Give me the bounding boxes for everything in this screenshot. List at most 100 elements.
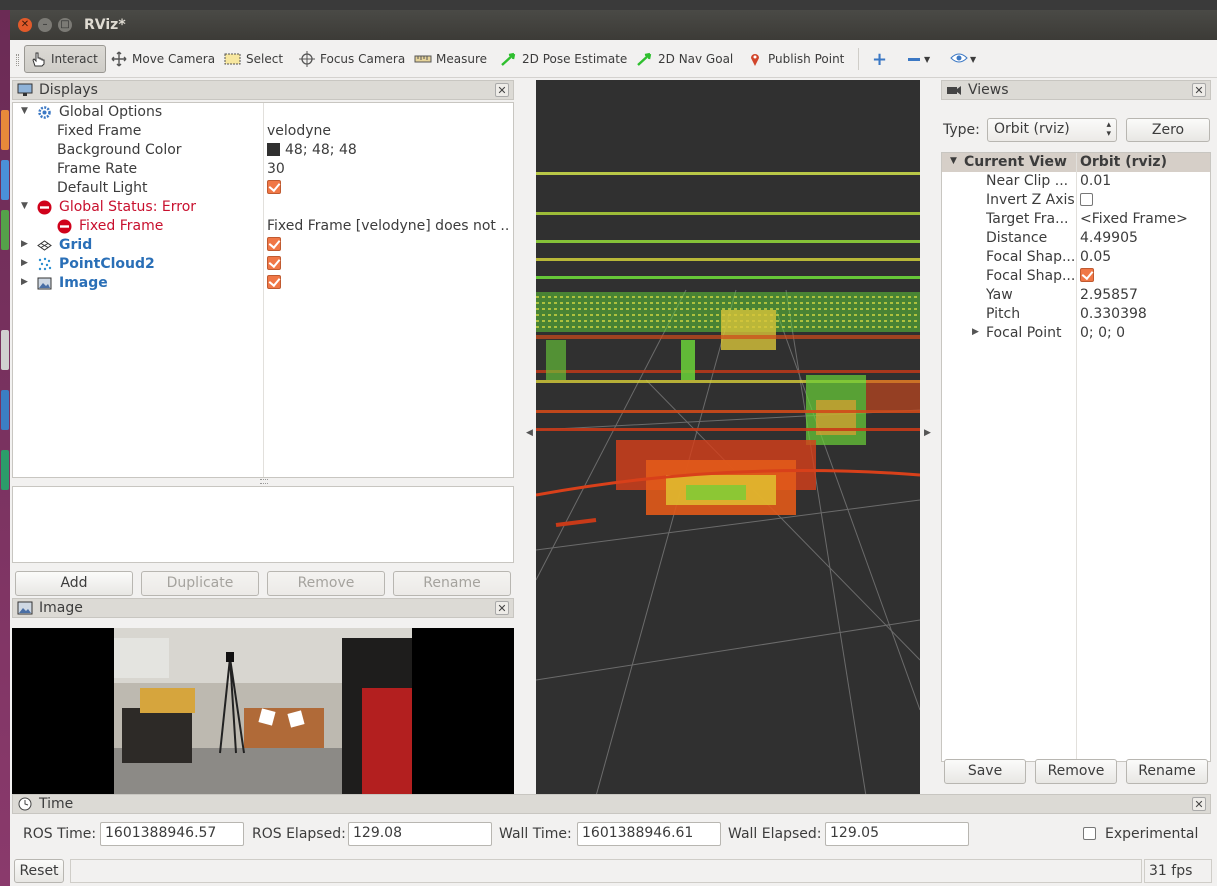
expand-arrow-icon[interactable]: ▶ [21,277,31,287]
minimize-window-button[interactable]: – [38,18,52,32]
property-value[interactable]: 0.05 [1080,249,1111,265]
property-value[interactable]: 4.49905 [1080,230,1138,246]
tree-row-global-options[interactable]: ▼ Global Options [13,103,513,122]
close-icon[interactable]: ✕ [1192,83,1206,97]
monitor-icon [17,83,33,97]
launcher-app-icon[interactable] [1,390,9,430]
pointcloud2-display-label: PointCloud2 [59,256,155,272]
select-tool-button[interactable]: Select [224,45,283,73]
view-property-row[interactable]: Target Fra... <Fixed Frame> [942,210,1210,229]
pointcloud-icon [37,257,52,272]
expand-arrow-icon[interactable]: ▶ [21,258,31,268]
close-icon[interactable]: ✕ [495,83,509,97]
hand-pointer-icon [29,51,47,67]
tree-row-fixed-frame[interactable]: Fixed Frame velodyne [13,122,513,141]
launcher-app-icon[interactable] [1,210,9,250]
collapse-left-arrow-icon[interactable]: ◀ [526,428,533,438]
pointcloud2-enabled-checkbox[interactable] [267,256,281,270]
property-value[interactable]: 0.330398 [1080,306,1147,322]
view-type-select[interactable]: Orbit (rviz) ▴ ▾ [987,118,1117,142]
expand-arrow-icon[interactable]: ▼ [950,156,957,166]
ros-elapsed-field[interactable]: 129.08 [348,822,492,846]
measure-tool-button[interactable]: Measure [414,45,487,73]
view-property-row[interactable]: Invert Z Axis [942,191,1210,210]
view-property-row[interactable]: Distance 4.49905 [942,229,1210,248]
expand-arrow-icon[interactable]: ▼ [21,106,31,116]
focus-camera-tool-button[interactable]: Focus Camera [298,45,405,73]
interact-tool-button[interactable]: Interact [24,45,106,73]
save-view-button[interactable]: Save [944,759,1026,784]
toolbar-grip[interactable] [16,54,19,66]
launcher-app-icon[interactable] [1,450,9,490]
launcher-app-icon[interactable] [1,160,9,200]
expand-arrow-icon[interactable]: ▶ [972,327,979,337]
launcher-app-icon[interactable] [1,110,9,150]
zero-button[interactable]: Zero [1126,118,1210,142]
property-value[interactable]: 0.01 [1080,173,1111,189]
reset-button[interactable]: Reset [14,859,64,883]
expand-arrow-icon[interactable]: ▶ [21,239,31,249]
remove-tool-menu[interactable]: ▼ [908,45,930,73]
publish-point-tool-button[interactable]: Publish Point [746,45,844,73]
property-value[interactable]: <Fixed Frame> [1080,211,1188,227]
tree-row-global-status[interactable]: ▼ Global Status: Error [13,198,513,217]
remove-view-button[interactable]: Remove [1035,759,1117,784]
rename-view-button[interactable]: Rename [1126,759,1208,784]
maximize-window-button[interactable]: □ [58,18,72,32]
property-value[interactable]: 2.95857 [1080,287,1138,303]
view-menu[interactable]: ▼ [950,45,976,73]
wall-time-field[interactable]: 1601388946.61 [577,822,721,846]
move-camera-tool-button[interactable]: Move Camera [110,45,215,73]
tree-row-pointcloud2[interactable]: ▶ PointCloud2 [13,255,513,274]
view-property-row[interactable]: Near Clip ... 0.01 [942,172,1210,191]
expand-arrow-icon[interactable]: ▼ [21,201,31,211]
splitter-handle[interactable] [260,479,268,484]
ruler-icon [414,51,432,67]
add-tool-plus-icon[interactable]: + [872,45,887,73]
experimental-checkbox[interactable] [1083,827,1096,840]
grid-display-label: Grid [59,237,93,253]
views-panel-header: Views ✕ [941,80,1211,100]
tree-row-image[interactable]: ▶ Image [13,274,513,293]
wall-elapsed-field[interactable]: 129.05 [825,822,969,846]
close-window-button[interactable]: ✕ [18,18,32,32]
duplicate-display-button[interactable]: Duplicate [141,571,259,596]
publish-point-label: Publish Point [768,52,845,66]
view-property-row[interactable]: Focal Shap... 0.05 [942,248,1210,267]
grid-enabled-checkbox[interactable] [267,237,281,251]
view-property-row[interactable]: ▶ Focal Point 0; 0; 0 [942,324,1210,343]
add-display-button[interactable]: Add [15,571,133,596]
view-property-row[interactable]: Focal Shap... [942,267,1210,286]
image-panel-header: Image ✕ [12,598,514,618]
collapse-right-arrow-icon[interactable]: ▶ [924,428,931,438]
close-icon[interactable]: ✕ [1192,797,1206,811]
close-icon[interactable]: ✕ [495,601,509,615]
displays-tree[interactable]: ▼ Global Options Fixed Frame velodyne Ba… [12,102,514,478]
fps-display: 31 fps [1144,859,1212,883]
property-value[interactable]: velodyne [267,123,509,139]
rename-display-button[interactable]: Rename [393,571,511,596]
launcher-app-icon[interactable] [1,330,9,370]
gear-icon [37,105,52,120]
2d-pose-estimate-tool-button[interactable]: 2D Pose Estimate [500,45,627,73]
image-enabled-checkbox[interactable] [267,275,281,289]
property-value[interactable]: 0; 0; 0 [1080,325,1125,341]
3d-render-view[interactable] [536,80,920,796]
view-property-row[interactable]: Yaw 2.95857 [942,286,1210,305]
view-property-row[interactable]: Pitch 0.330398 [942,305,1210,324]
property-value[interactable]: 48; 48; 48 [267,142,509,158]
tree-row-background-color[interactable]: Background Color 48; 48; 48 [13,141,513,160]
views-tree[interactable]: ▼ Current View Orbit (rviz) Near Clip ..… [941,152,1211,762]
property-value[interactable]: 30 [267,161,509,177]
ros-time-field[interactable]: 1601388946.57 [100,822,244,846]
image-icon [17,601,33,615]
tree-row-status-fixed-frame[interactable]: Fixed Frame Fixed Frame [velodyne] does … [13,217,513,236]
tree-row-grid[interactable]: ▶ Grid [13,236,513,255]
invert-z-axis-checkbox[interactable] [1080,193,1093,206]
2d-nav-goal-tool-button[interactable]: 2D Nav Goal [636,45,733,73]
tree-row-frame-rate[interactable]: Frame Rate 30 [13,160,513,179]
default-light-checkbox[interactable] [267,180,281,194]
tree-row-default-light[interactable]: Default Light [13,179,513,198]
remove-display-button[interactable]: Remove [267,571,385,596]
focal-shape-fixed-checkbox[interactable] [1080,268,1094,282]
